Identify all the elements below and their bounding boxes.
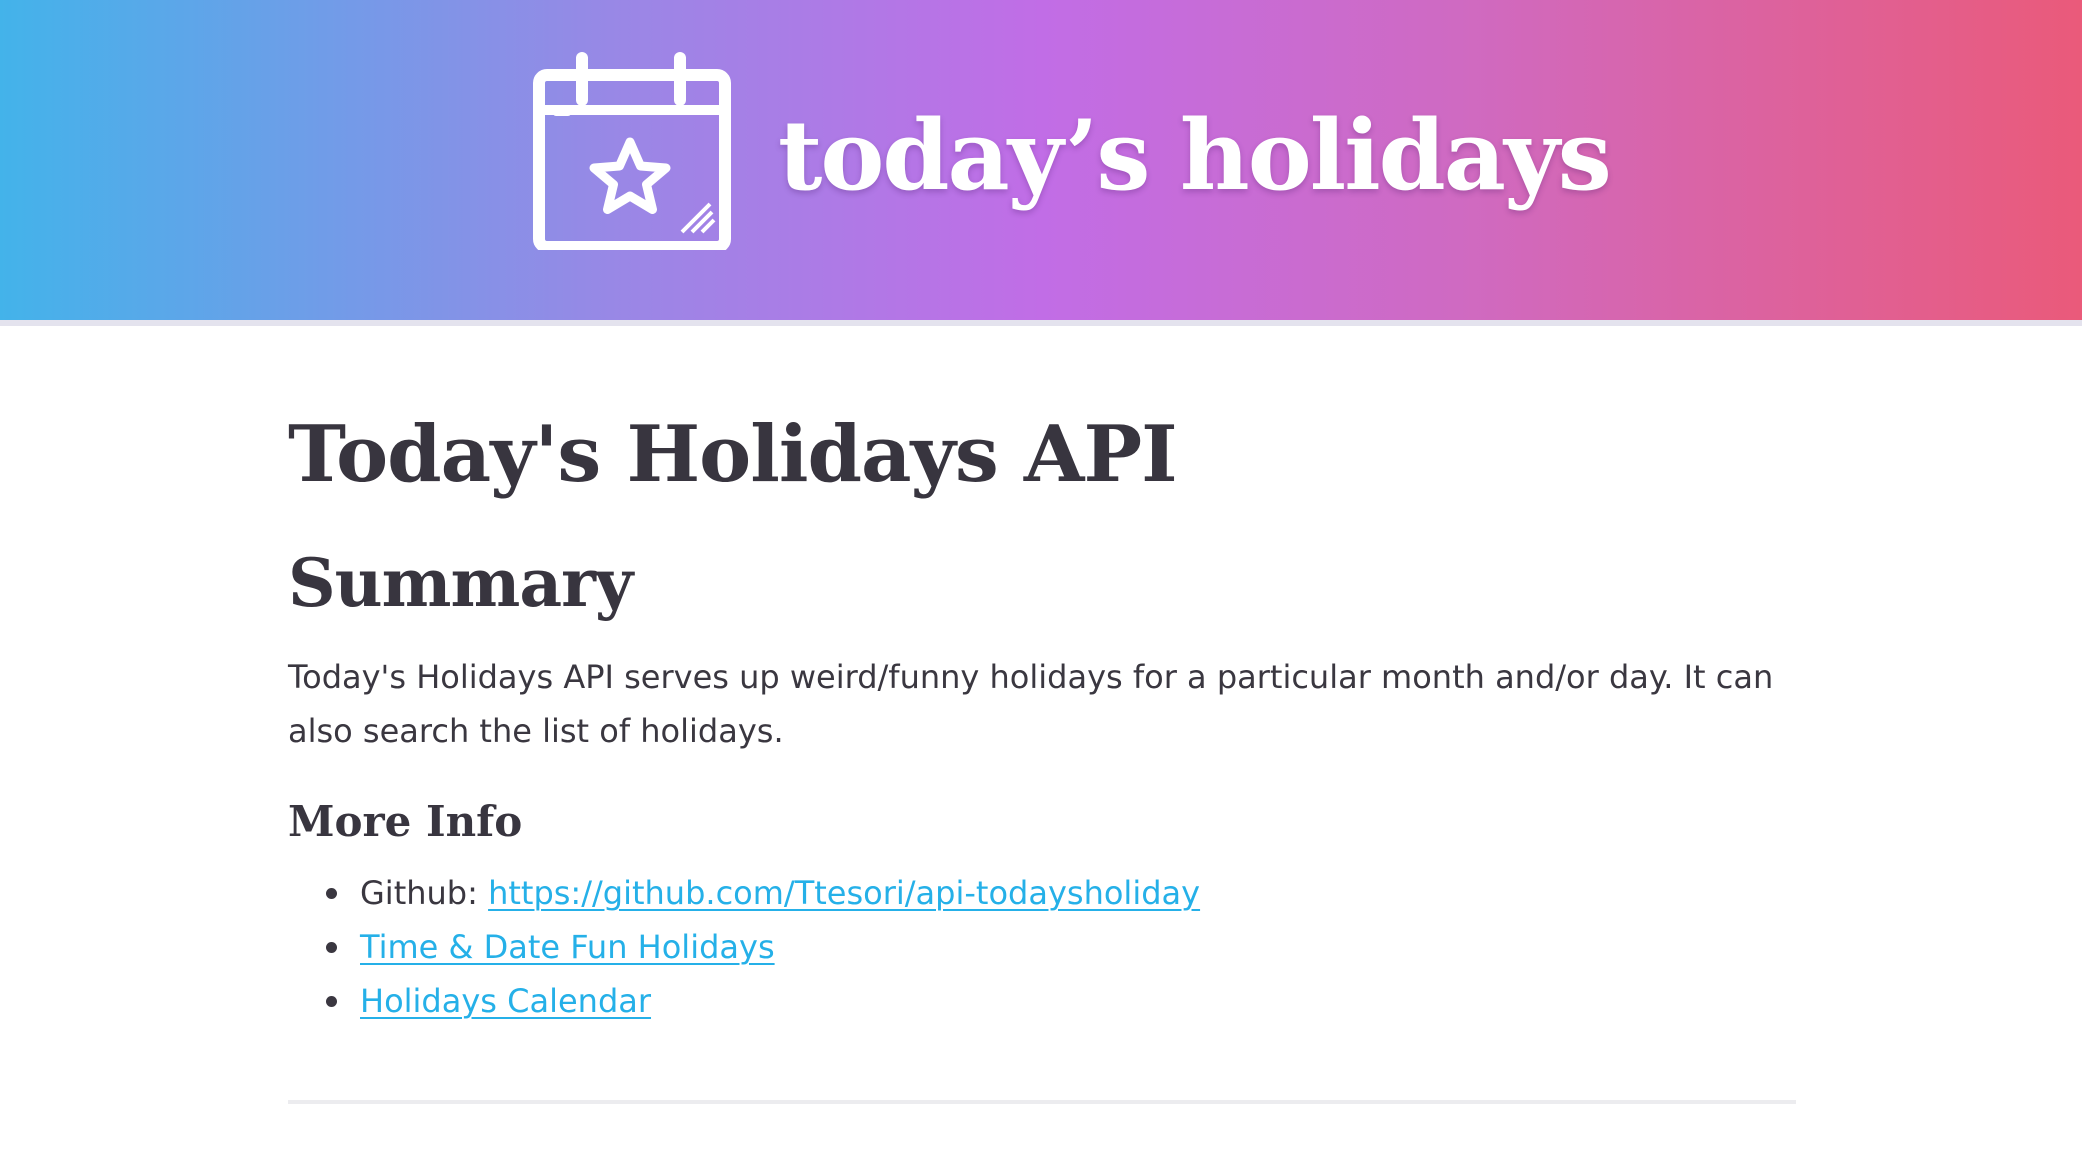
bullet-icon bbox=[326, 942, 337, 953]
bullet-icon bbox=[326, 888, 337, 899]
header-divider bbox=[0, 320, 2082, 326]
summary-text: Today's Holidays API serves up weird/fun… bbox=[288, 658, 1774, 750]
github-label: Github: bbox=[360, 874, 489, 912]
more-info-heading: More Info bbox=[288, 797, 523, 846]
list-item: Holidays Calendar bbox=[288, 974, 1796, 1028]
summary-heading: Summary bbox=[288, 544, 633, 622]
list-item: Time & Date Fun Holidays bbox=[288, 920, 1796, 974]
github-link[interactable]: https://github.com/Ttesori/api-todayshol… bbox=[488, 874, 1200, 912]
section-divider bbox=[288, 1100, 1796, 1104]
site-title: today’s holidays bbox=[778, 99, 1612, 212]
time-and-date-link[interactable]: Time & Date Fun Holidays bbox=[360, 928, 775, 966]
page-title: Today's Holidays API bbox=[288, 409, 1178, 500]
calendar-star-icon bbox=[532, 50, 732, 253]
bullet-icon bbox=[326, 996, 337, 1007]
more-info-list: Github: https://github.com/Ttesori/api-t… bbox=[288, 866, 1796, 1028]
list-item: Github: https://github.com/Ttesori/api-t… bbox=[288, 866, 1796, 920]
holidays-calendar-link[interactable]: Holidays Calendar bbox=[360, 982, 651, 1020]
